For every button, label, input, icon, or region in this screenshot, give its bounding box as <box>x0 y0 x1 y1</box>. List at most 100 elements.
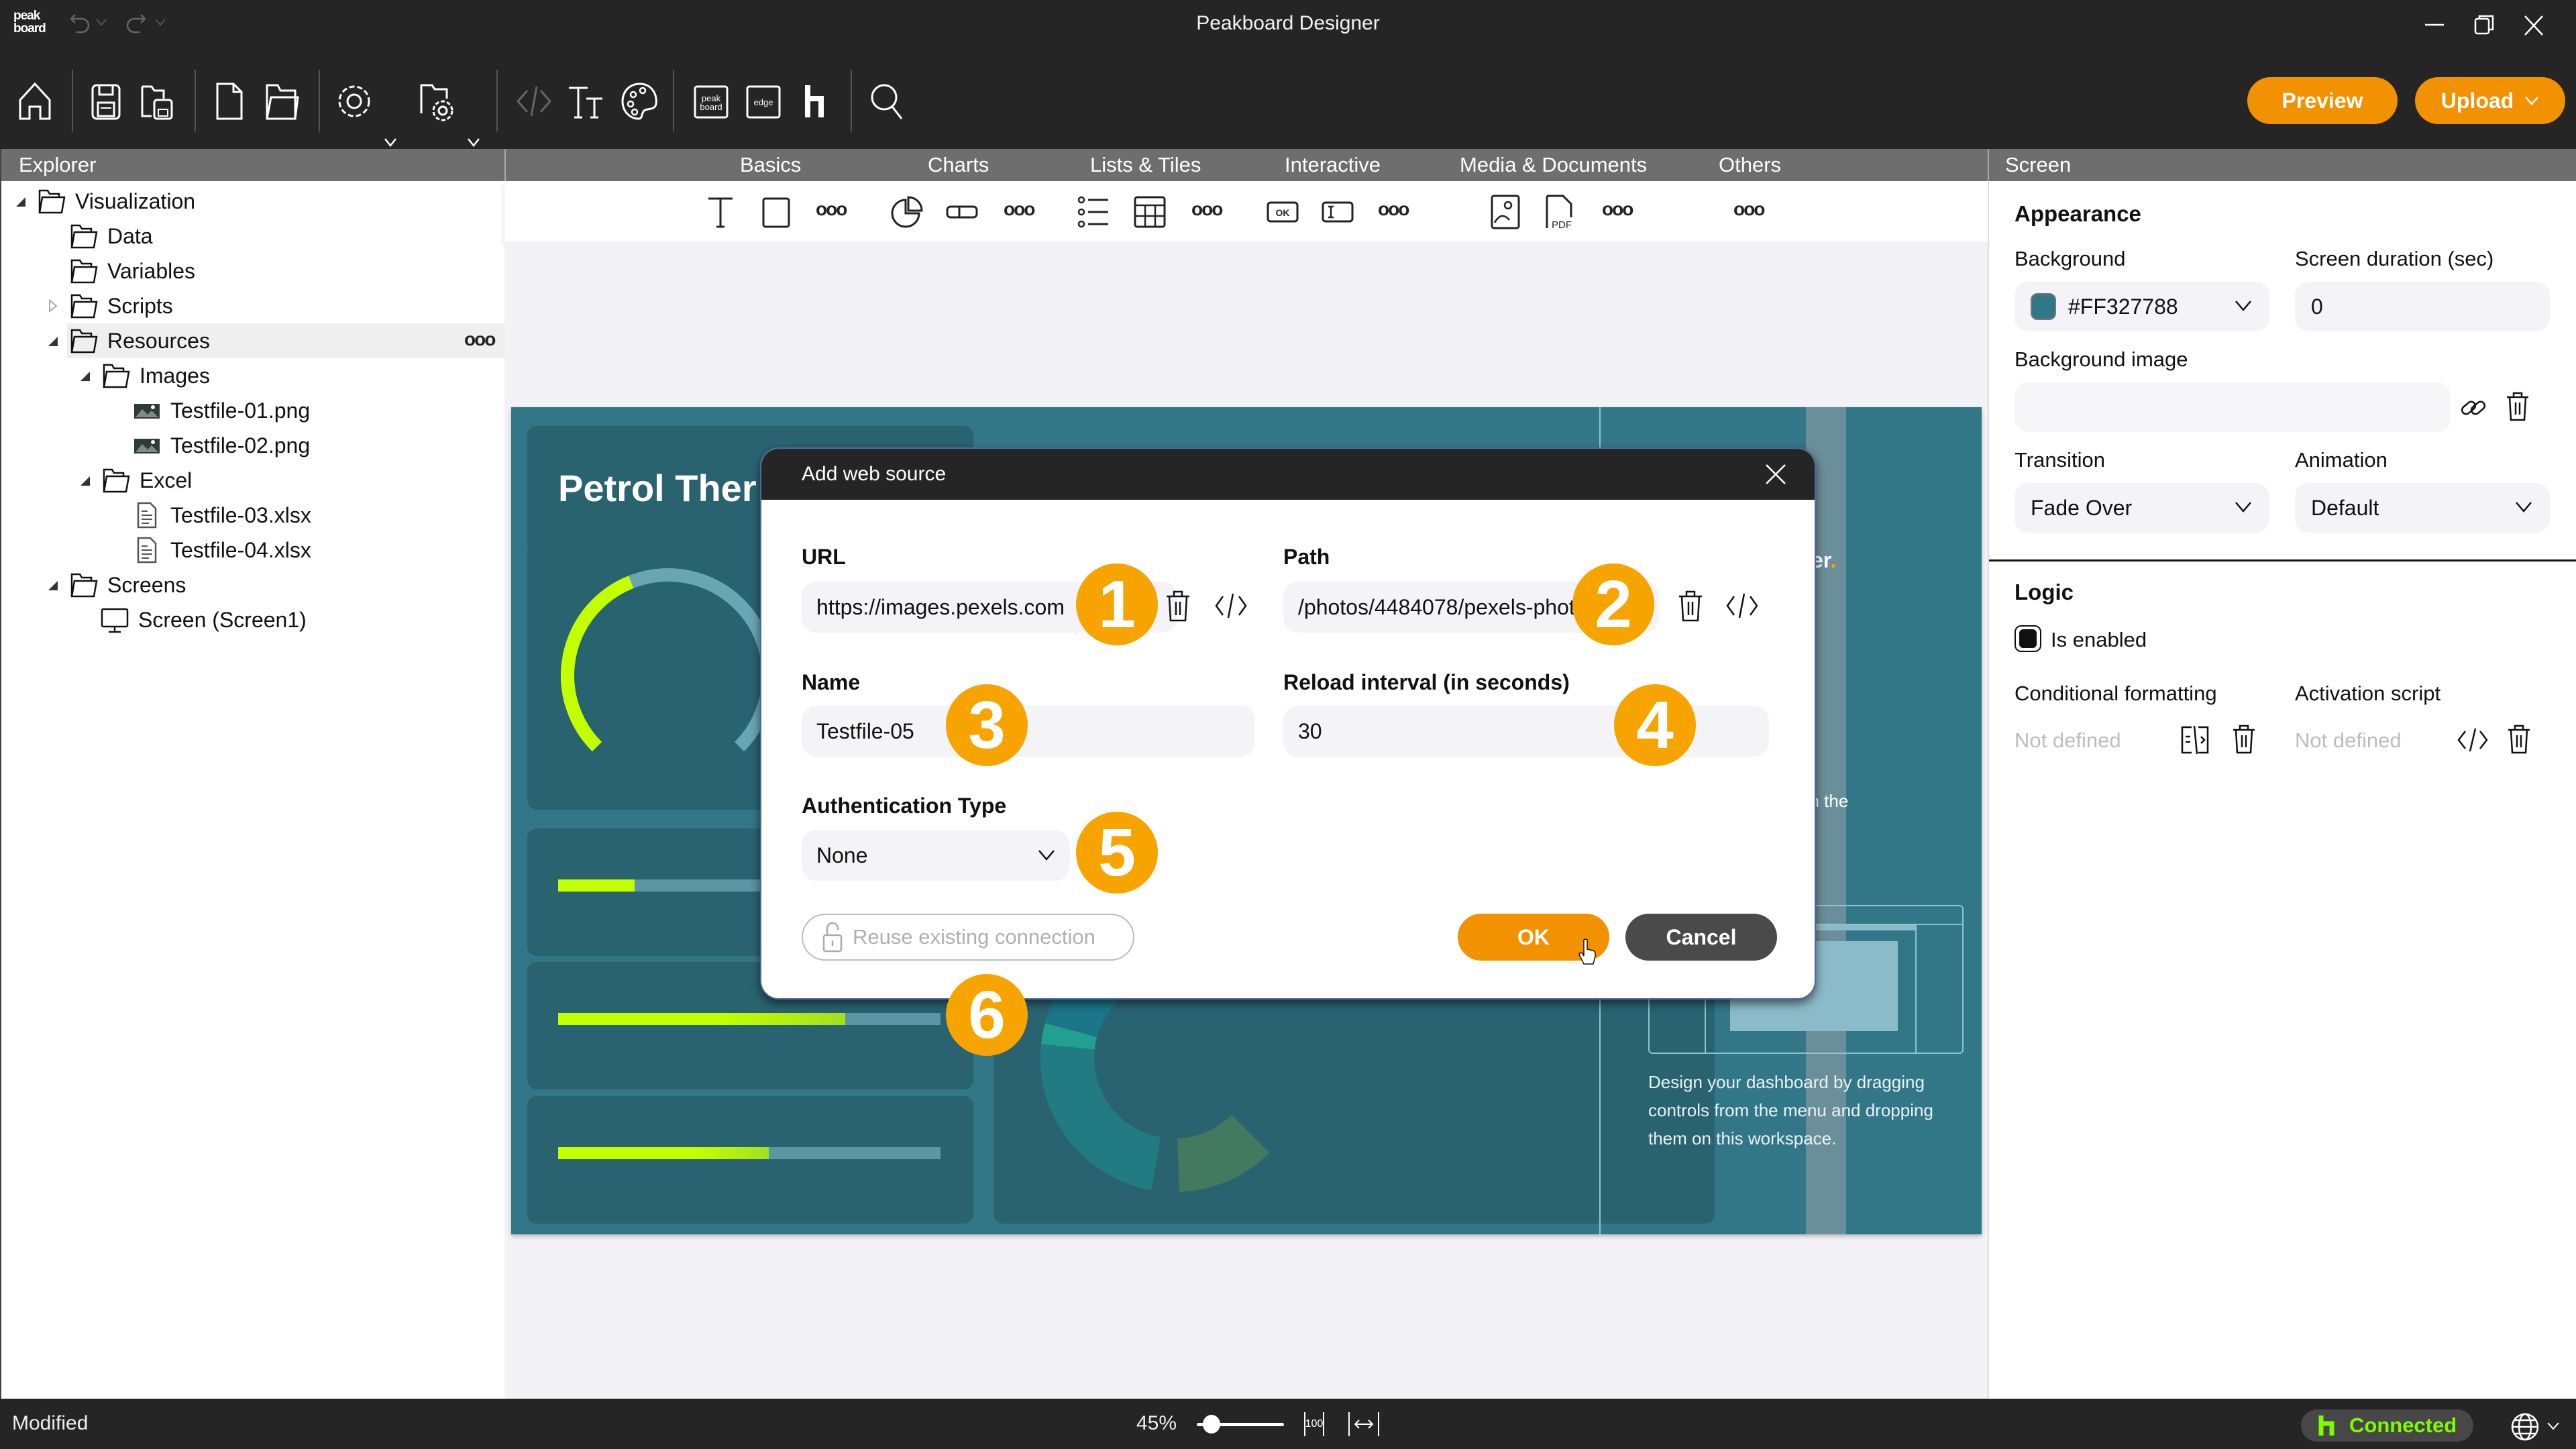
media-more-button[interactable]: ooo <box>1602 199 1633 220</box>
minimize-button[interactable] <box>2418 9 2452 40</box>
language-globe-icon[interactable] <box>2510 1412 2541 1443</box>
text-control-icon[interactable] <box>703 193 738 231</box>
save-icon[interactable] <box>85 80 127 123</box>
reuse-connection-button[interactable]: Reuse existing connection <box>802 914 1134 961</box>
collapsed-caret-icon[interactable] <box>44 298 60 314</box>
tree-item-screens[interactable]: Screens <box>44 568 186 602</box>
tree-item-data[interactable]: Data <box>70 219 153 254</box>
tree-item-images[interactable]: Images <box>76 358 210 393</box>
shape-control-icon[interactable] <box>758 193 793 231</box>
new-file-icon[interactable] <box>208 80 251 123</box>
textbox-control-icon[interactable] <box>1320 193 1355 231</box>
is-enabled-checkbox[interactable] <box>2015 625 2041 652</box>
tab-charts[interactable]: Charts <box>928 153 989 177</box>
tree-item-screen1[interactable]: Screen (Screen1) <box>101 602 307 637</box>
delete-background-image-icon[interactable] <box>2504 390 2531 423</box>
others-more-button[interactable]: ooo <box>1733 199 1765 220</box>
animation-select[interactable]: Default <box>2295 483 2550 533</box>
expanded-caret-icon[interactable] <box>76 472 93 488</box>
table-control-icon[interactable] <box>1132 193 1167 231</box>
tree-item-resources[interactable]: Resources <box>44 323 210 358</box>
resources-more-button[interactable]: ooo <box>464 329 496 350</box>
list-control-icon[interactable] <box>1076 193 1111 231</box>
close-window-button[interactable] <box>2517 9 2551 40</box>
zoom-100-button[interactable]: 100 <box>1304 1412 1324 1436</box>
search-icon[interactable] <box>865 80 908 123</box>
preview-button[interactable]: Preview <box>2247 77 2398 124</box>
interactive-more-button[interactable]: ooo <box>1378 199 1409 220</box>
basics-more-button[interactable]: ooo <box>816 199 847 220</box>
fit-width-button[interactable] <box>1348 1412 1379 1436</box>
charts-more-button[interactable]: ooo <box>1004 199 1035 220</box>
delete-path-icon[interactable] <box>1675 588 1707 623</box>
delete-conditional-formatting-icon[interactable] <box>2231 723 2257 755</box>
delete-activation-script-icon[interactable] <box>2506 723 2532 755</box>
activation-script-value: Not defined <box>2295 729 2402 752</box>
restore-button[interactable] <box>2467 9 2501 40</box>
lists-more-button[interactable]: ooo <box>1191 199 1223 220</box>
screen-duration-input[interactable]: 0 <box>2295 282 2550 331</box>
expanded-caret-icon[interactable] <box>12 193 28 209</box>
settings-icon[interactable] <box>333 80 376 123</box>
annotation-badge-2: 2 <box>1572 564 1654 645</box>
title-bar: peak board Peakboard Designer <box>0 0 2576 50</box>
settings-dropdown-icon[interactable] <box>384 138 397 147</box>
expanded-caret-icon[interactable] <box>44 577 60 593</box>
background-color-picker[interactable]: #FF327788 <box>2015 282 2269 331</box>
dialog-close-icon[interactable] <box>1764 462 1788 486</box>
tab-basics[interactable]: Basics <box>740 153 801 177</box>
tab-lists-tiles[interactable]: Lists & Tiles <box>1090 153 1201 177</box>
zoom-slider[interactable] <box>1197 1411 1284 1438</box>
folder-settings-dropdown-icon[interactable] <box>467 138 480 147</box>
delete-url-icon[interactable] <box>1163 588 1195 623</box>
expanded-caret-icon[interactable] <box>76 368 93 384</box>
peakboard-box-icon[interactable]: peak board <box>690 80 733 123</box>
save-as-icon[interactable] <box>137 80 180 123</box>
zoom-slider-thumb[interactable] <box>1203 1415 1221 1434</box>
edge-box-icon[interactable]: edge <box>742 80 785 123</box>
pie-chart-icon[interactable] <box>888 193 923 231</box>
tree-item-variables[interactable]: Variables <box>70 254 195 288</box>
expanded-caret-icon[interactable] <box>44 333 60 349</box>
button-control-icon[interactable]: OK <box>1265 193 1300 231</box>
language-dropdown-icon[interactable] <box>2546 1421 2560 1431</box>
tab-others[interactable]: Others <box>1719 153 1781 177</box>
tree-item-testfile-01[interactable]: Testfile-01.png <box>133 393 310 428</box>
name-input[interactable]: Testfile-05 <box>802 706 1255 757</box>
tree-item-visualization[interactable]: Visualization <box>12 184 195 219</box>
annotation-badge-1: 1 <box>1076 564 1158 645</box>
cancel-button[interactable]: Cancel <box>1625 914 1777 961</box>
tree-item-scripts[interactable]: Scripts <box>44 288 173 323</box>
tree-item-excel[interactable]: Excel <box>76 463 192 498</box>
bar-chart-icon[interactable] <box>945 193 979 231</box>
url-code-icon[interactable] <box>1212 588 1250 623</box>
tree-item-testfile-03[interactable]: Testfile-03.xlsx <box>133 498 311 533</box>
reload-interval-input[interactable]: 30 <box>1283 706 1769 757</box>
dialog-title: Add web source <box>802 463 947 485</box>
background-image-input[interactable] <box>2015 382 2451 432</box>
link-icon[interactable] <box>2459 394 2488 421</box>
hub-icon[interactable] <box>796 80 839 123</box>
path-code-icon[interactable] <box>1723 588 1761 623</box>
code-icon[interactable] <box>513 80 555 123</box>
upload-button[interactable]: Upload <box>2415 77 2565 124</box>
image-file-icon <box>134 439 160 453</box>
bar-tile-3[interactable] <box>527 1096 973 1224</box>
conditional-formatting-edit-icon[interactable] <box>2180 724 2210 755</box>
activation-script-code-icon[interactable] <box>2456 724 2489 755</box>
pdf-control-icon[interactable]: PDF <box>1543 193 1578 231</box>
connection-status-badge[interactable]: Connected <box>2301 1409 2473 1442</box>
tree-item-testfile-02[interactable]: Testfile-02.png <box>133 428 310 463</box>
folder-settings-icon[interactable] <box>415 80 458 123</box>
image-control-icon[interactable] <box>1488 193 1523 231</box>
text-style-icon[interactable] <box>565 80 608 123</box>
tab-interactive[interactable]: Interactive <box>1285 153 1381 177</box>
tree-item-testfile-04[interactable]: Testfile-04.xlsx <box>133 533 311 568</box>
home-icon[interactable] <box>13 80 56 123</box>
authentication-type-select[interactable]: None <box>802 830 1070 881</box>
transition-select[interactable]: Fade Over <box>2015 483 2269 533</box>
palette-icon[interactable] <box>619 80 661 123</box>
open-folder-icon[interactable] <box>260 80 303 123</box>
name-label: Name <box>802 670 861 694</box>
tab-media-documents[interactable]: Media & Documents <box>1460 153 1647 177</box>
